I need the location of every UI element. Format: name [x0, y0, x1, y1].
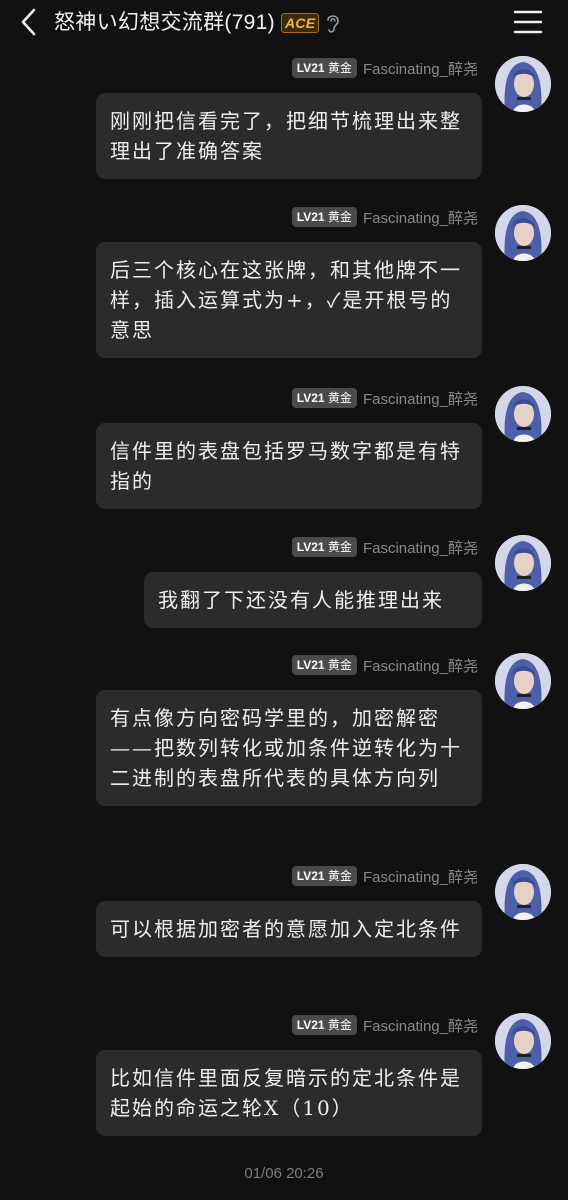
message-text: 信件里的表盘包括罗马数字都是有特指的	[110, 439, 462, 493]
level-badge: LV21 黄金	[291, 866, 357, 886]
level-badge: LV21 黄金	[291, 537, 357, 557]
level-badge: LV21 黄金	[291, 655, 357, 675]
avatar-image	[495, 56, 551, 112]
avatar-image	[495, 205, 551, 261]
member-count: (791)	[224, 11, 275, 34]
group-title[interactable]: 怒神い幻想交流群(791) ACE	[54, 8, 341, 37]
message-meta: LV21 黄金 Fascinating_醉尧	[291, 206, 478, 228]
message-text: 比如信件里面反复暗示的定北条件是起始的命运之轮X（10）	[110, 1066, 462, 1120]
avatar[interactable]	[495, 205, 551, 261]
message-bubble[interactable]: 我翻了下还没有人能推理出来	[144, 572, 482, 628]
avatar[interactable]	[495, 864, 551, 920]
message-bubble[interactable]: 可以根据加密者的意愿加入定北条件	[96, 901, 482, 957]
timestamp: 01/06 20:26	[244, 1165, 324, 1182]
avatar-image	[495, 386, 551, 442]
sender-name[interactable]: Fascinating_醉尧	[363, 537, 478, 558]
avatar-image	[495, 653, 551, 709]
message-bubble[interactable]: 后三个核心在这张牌，和其他牌不一样，插入运算式为+，✓是开根号的意思	[96, 242, 482, 358]
avatar[interactable]	[495, 386, 551, 442]
menu-icon[interactable]	[512, 8, 544, 36]
avatar[interactable]	[495, 653, 551, 709]
message-text: 刚刚把信看完了，把细节梳理出来整理出了准确答案	[110, 109, 462, 163]
back-arrow-icon[interactable]	[14, 6, 46, 38]
message-text: 我翻了下还没有人能推理出来	[158, 588, 444, 612]
message-meta: LV21 黄金 Fascinating_醉尧	[291, 387, 478, 409]
message-bubble[interactable]: 比如信件里面反复暗示的定北条件是起始的命运之轮X（10）	[96, 1050, 482, 1136]
message-meta: LV21 黄金 Fascinating_醉尧	[291, 654, 478, 676]
ear-icon	[327, 15, 340, 33]
message-bubble[interactable]: 刚刚把信看完了，把细节梳理出来整理出了准确答案	[96, 93, 482, 179]
level-badge: LV21 黄金	[291, 207, 357, 227]
message-text: 有点像方向密码学里的，加密解密——把数列转化或加条件逆转化为十二进制的表盘所代表…	[110, 706, 462, 790]
avatar-image	[495, 535, 551, 591]
message-meta: LV21 黄金 Fascinating_醉尧	[291, 536, 478, 558]
message-meta: LV21 黄金 Fascinating_醉尧	[291, 57, 478, 79]
message-bubble[interactable]: 有点像方向密码学里的，加密解密——把数列转化或加条件逆转化为十二进制的表盘所代表…	[96, 690, 482, 806]
sender-name[interactable]: Fascinating_醉尧	[363, 866, 478, 887]
avatar-image	[495, 864, 551, 920]
level-badge: LV21 黄金	[291, 1015, 357, 1035]
message-text: 后三个核心在这张牌，和其他牌不一样，插入运算式为+，✓是开根号的意思	[110, 258, 462, 342]
avatar[interactable]	[495, 56, 551, 112]
ace-badge: ACE	[280, 13, 320, 33]
message-bubble[interactable]: 信件里的表盘包括罗马数字都是有特指的	[96, 423, 482, 509]
group-name: 怒神い幻想交流群	[54, 10, 225, 34]
sender-name[interactable]: Fascinating_醉尧	[363, 1015, 478, 1036]
sender-name[interactable]: Fascinating_醉尧	[363, 388, 478, 409]
level-badge: LV21 黄金	[291, 388, 357, 408]
sender-name[interactable]: Fascinating_醉尧	[363, 58, 478, 79]
sender-name[interactable]: Fascinating_醉尧	[363, 207, 478, 228]
message-meta: LV21 黄金 Fascinating_醉尧	[291, 865, 478, 887]
level-badge: LV21 黄金	[291, 58, 357, 78]
sender-name[interactable]: Fascinating_醉尧	[363, 655, 478, 676]
message-text: 可以根据加密者的意愿加入定北条件	[110, 917, 462, 941]
avatar-image	[495, 1013, 551, 1069]
message-meta: LV21 黄金 Fascinating_醉尧	[291, 1014, 478, 1036]
avatar[interactable]	[495, 1013, 551, 1069]
chat-header: 怒神い幻想交流群(791) ACE	[0, 0, 568, 46]
avatar[interactable]	[495, 535, 551, 591]
